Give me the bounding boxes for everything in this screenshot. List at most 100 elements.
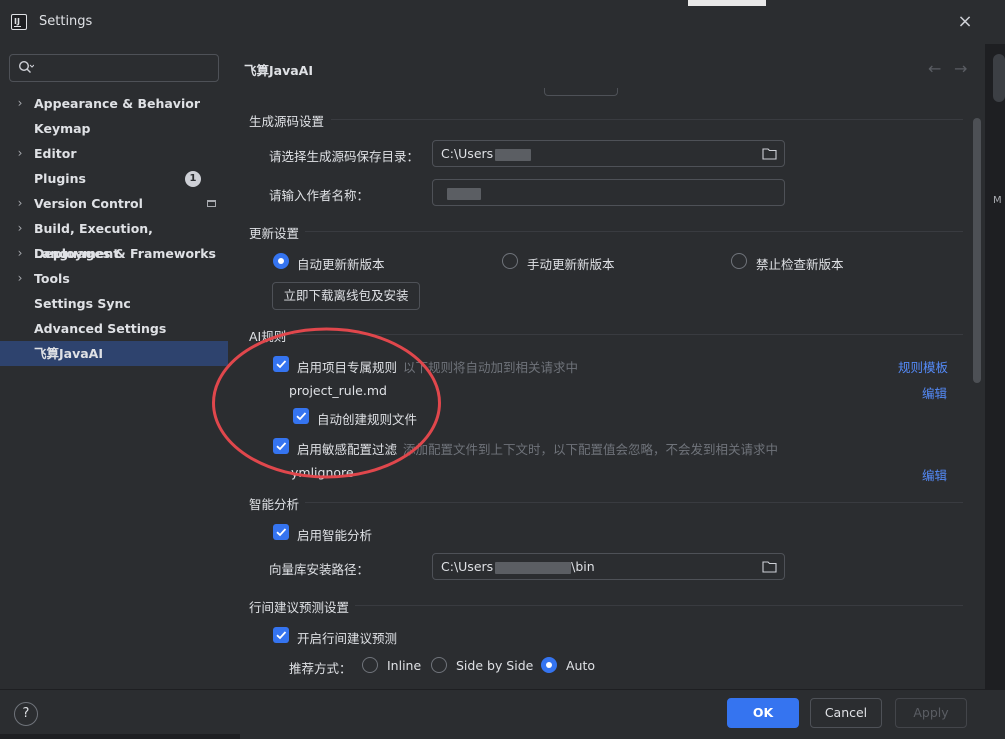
redacted-username [495,148,532,161]
vector-path-label: 向量库安装路径： [269,562,370,577]
vector-path-field[interactable]: C:\Users \bin [432,553,785,580]
back-arrow-icon[interactable]: ← [928,59,941,78]
sensitive-filter-hint: 添加配置文件到上下文时，以下配置值会忽略，不会发到相关请求中 [403,442,779,457]
sidebar-item-plugins[interactable]: Plugins 1 [0,166,228,191]
section-title-generate: 生成源码设置 [249,114,325,129]
title-bar: IJ Settings × [0,0,1005,44]
section-title-analysis: 智能分析 [249,497,300,512]
rule-template-link[interactable]: 规则模板 [898,357,948,376]
apply-button[interactable]: Apply [895,698,967,728]
project-rules-checkbox[interactable] [273,356,289,372]
radio-auto-update[interactable] [273,253,289,269]
radio-mode-inline-label: Inline [387,658,422,673]
chevron-right-icon: › [17,146,23,160]
author-name-label: 请输入作者名称： [269,188,370,203]
section-divider [355,605,963,606]
sidebar-item-label: Plugins [34,171,86,186]
sidebar-item-label: Settings Sync [34,296,131,311]
radio-mode-side-by-side-label: Side by Side [456,658,534,673]
sidebar-item-build-execution-deployment[interactable]: › Build, Execution, Deployment [0,216,228,261]
help-button[interactable]: ? [14,702,38,726]
redacted-path [495,561,572,574]
radio-manual-update[interactable] [502,253,518,269]
folder-icon[interactable] [762,560,777,573]
sidebar-item-label: 飞算JavaAI [34,346,103,361]
intellij-app-icon: IJ [11,14,27,30]
sidebar-item-appearance-behavior[interactable]: › Appearance & Behavior [0,91,228,116]
window-title: Settings [39,14,93,29]
sidebar-item-label: Advanced Settings [34,321,167,336]
background-window-edge [985,44,1005,689]
sidebar-item-label: Editor [34,146,77,161]
sidebar-item-settings-sync[interactable]: Settings Sync [0,291,228,316]
check-icon [276,528,287,537]
project-rules-hint: 以下规则将自动加到相关请求中 [403,360,579,375]
sidebar-item-version-control[interactable]: › Version Control [0,191,228,216]
background-scrollbar [993,54,1005,102]
sidebar-item-languages-frameworks[interactable]: › Languages & Frameworks [0,241,228,266]
page-title: 飞算JavaAI [244,63,313,78]
auto-create-rule-file-label: 自动创建规则文件 [317,412,418,427]
ok-button[interactable]: OK [727,698,799,728]
content-scrollbar[interactable] [973,118,981,383]
author-name-field[interactable] [432,179,785,206]
section-divider [305,502,963,503]
check-icon [276,442,287,451]
smart-analysis-checkbox[interactable] [273,524,289,540]
radio-mode-inline[interactable] [362,657,378,673]
settings-sidebar: › Appearance & Behavior Keymap › Editor … [0,44,228,689]
section-title-ai-rules: AI规则 [249,329,287,344]
settings-search-input[interactable] [9,54,219,82]
sidebar-item-tools[interactable]: › Tools [0,266,228,291]
radio-mode-side-by-side[interactable] [431,657,447,673]
plugins-update-badge: 1 [185,171,201,187]
edit-ignore-file-link[interactable]: 编辑 [922,465,947,484]
chevron-right-icon: › [17,271,23,285]
sidebar-item-label: Languages & Frameworks [34,246,216,261]
smart-analysis-label: 启用智能分析 [297,528,373,543]
recommend-mode-label: 推荐方式： [289,661,352,676]
source-dir-value: C:\Users [441,146,494,161]
section-divider [305,231,963,232]
auto-create-rule-file-checkbox[interactable] [293,408,309,424]
forward-arrow-icon[interactable]: → [954,59,967,78]
vector-path-suffix: \bin [571,559,595,574]
sidebar-item-feisuan-javaai[interactable]: 飞算JavaAI [0,341,228,366]
download-offline-package-button[interactable]: 立即下载离线包及安装 [272,282,420,310]
folder-icon[interactable] [762,147,777,160]
background-edge-text: M [993,195,1002,206]
ignore-file-name: ymlignore [291,465,354,480]
chevron-right-icon: › [17,246,23,260]
sidebar-item-label: Keymap [34,121,91,136]
inline-prediction-checkbox[interactable] [273,627,289,643]
radio-mode-auto[interactable] [541,657,557,673]
sidebar-item-keymap[interactable]: Keymap [0,116,228,141]
radio-disable-update-check[interactable] [731,253,747,269]
sidebar-item-label: Tools [34,271,70,286]
cancel-button[interactable]: Cancel [810,698,882,728]
redacted-author [447,187,481,200]
sidebar-item-editor[interactable]: › Editor [0,141,228,166]
project-rules-label: 启用项目专属规则 [297,360,398,375]
radio-mode-auto-label: Auto [566,658,596,673]
edit-rule-file-link[interactable]: 编辑 [922,383,947,402]
sidebar-item-label: Appearance & Behavior [34,96,200,111]
source-dir-field[interactable]: C:\Users [432,140,785,167]
check-icon [276,360,287,369]
chevron-right-icon: › [17,221,23,235]
scrolled-content-edge [544,88,618,96]
radio-disable-update-check-label: 禁止检查新版本 [756,257,844,272]
sidebar-item-advanced-settings[interactable]: Advanced Settings [0,316,228,341]
background-window-strip [688,0,766,6]
section-divider [331,119,963,120]
sensitive-filter-label: 启用敏感配置过滤 [297,442,398,457]
chevron-right-icon: › [17,96,23,110]
sensitive-filter-checkbox[interactable] [273,438,289,454]
close-icon[interactable]: × [955,12,975,32]
project-level-icon [207,200,216,207]
search-icon [18,60,34,73]
section-title-inline: 行间建议预测设置 [249,600,350,615]
chevron-right-icon: › [17,196,23,210]
sidebar-item-label: Version Control [34,196,143,211]
settings-main-panel: 飞算JavaAI ← → 生成源码设置 请选择生成源码保存目录： C:\User… [228,44,985,689]
